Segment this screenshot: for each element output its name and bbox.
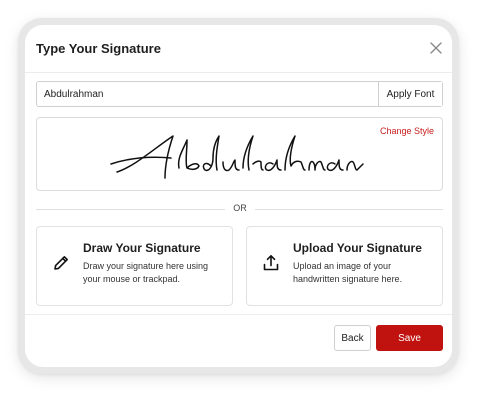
upload-option-description: Upload an image of your handwritten sign…	[293, 261, 403, 284]
upload-signature-option[interactable]: Upload Your Signature Upload an image of…	[246, 226, 443, 306]
upload-icon	[263, 255, 279, 271]
or-label: OR	[233, 203, 247, 213]
divider-line-right	[255, 209, 443, 210]
draw-option-title: Draw Your Signature	[83, 241, 201, 255]
draw-option-description: Draw your signature here using your mous…	[83, 261, 209, 284]
signature-dialog: Type Your Signature Apply Font Change St…	[25, 25, 452, 367]
signature-image	[110, 135, 364, 179]
draw-signature-option[interactable]: Draw Your Signature Draw your signature …	[36, 226, 233, 306]
signature-name-field: Apply Font	[36, 81, 443, 107]
dialog-title: Type Your Signature	[36, 41, 161, 56]
or-divider: OR	[36, 203, 443, 215]
apply-font-button[interactable]: Apply Font	[378, 82, 442, 106]
save-button[interactable]: Save	[376, 325, 443, 351]
close-icon[interactable]	[429, 41, 443, 55]
pencil-icon	[54, 256, 68, 270]
divider-line-left	[36, 209, 225, 210]
dialog-footer: Back Save	[25, 314, 452, 367]
upload-option-title: Upload Your Signature	[293, 241, 422, 255]
signature-preview: Change Style	[36, 117, 443, 191]
dialog-header: Type Your Signature	[25, 25, 452, 73]
change-style-link[interactable]: Change Style	[380, 126, 434, 136]
back-button[interactable]: Back	[334, 325, 371, 351]
signature-name-input[interactable]	[37, 82, 379, 106]
